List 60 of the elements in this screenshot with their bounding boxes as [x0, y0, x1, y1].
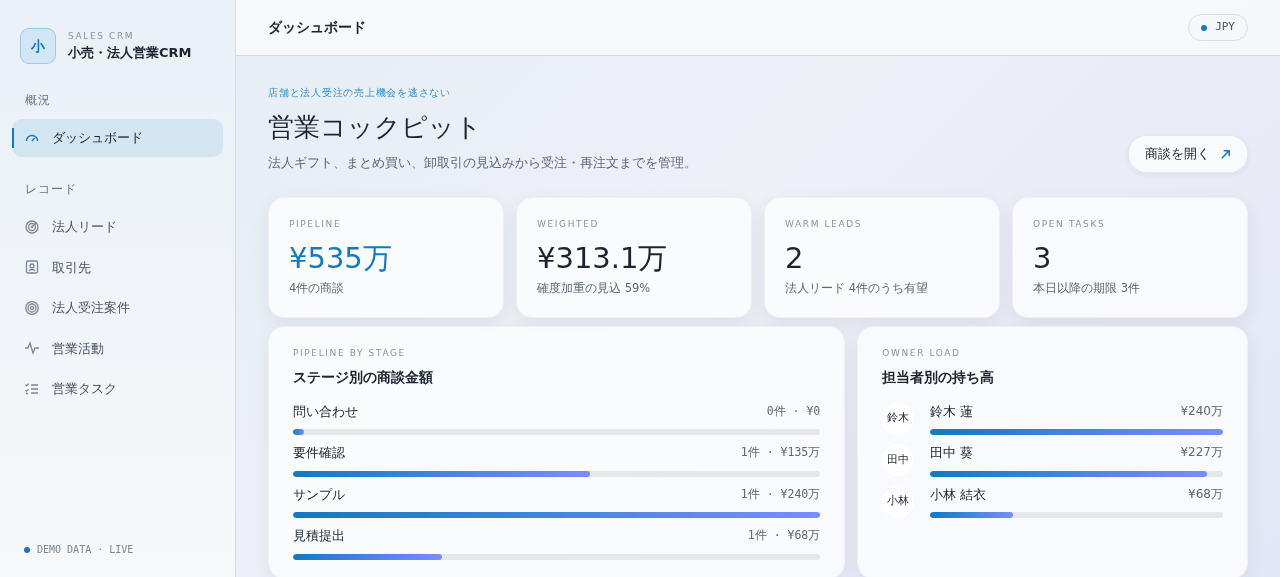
- stage-name: 要件確認: [293, 444, 345, 463]
- kpi-value: 3: [1033, 241, 1053, 277]
- nav-section-label: 概況: [24, 92, 53, 109]
- brand-name: 小売・法人営業CRM: [68, 44, 192, 62]
- kpi-note: 確度加重の見込 59%: [537, 280, 652, 298]
- nav-item[interactable]: 営業活動: [12, 329, 223, 367]
- nav-item[interactable]: 取引先: [12, 248, 223, 286]
- hero-kicker: 店舗と法人受注の売上機会を逃さない: [268, 86, 452, 100]
- open-deals-button[interactable]: 商談を開く: [1128, 135, 1248, 173]
- hero-title: 営業コックピット: [268, 111, 483, 145]
- nav-item[interactable]: 法人リード: [12, 208, 223, 246]
- logo-badge: 小: [20, 28, 56, 64]
- nav-section-label: レコード: [24, 180, 79, 198]
- owner-amount: ¥227万: [1180, 444, 1223, 462]
- kpi-label: WEIGHTED: [537, 217, 601, 231]
- currency-label: JPY: [1215, 19, 1235, 36]
- stage-name: サンプル: [293, 485, 345, 504]
- avatar-circle: 小林: [882, 485, 915, 518]
- currency-pill[interactable]: JPY: [1188, 14, 1248, 41]
- stage-reading: 1件 · ¥68万: [747, 527, 821, 545]
- stage-reading: 1件 · ¥135万: [740, 444, 821, 462]
- owner-name: 小林 結衣: [930, 485, 987, 504]
- kpi-label: WARM LEADS: [785, 217, 864, 231]
- kpi-note: 4件の商談: [289, 280, 346, 298]
- owner-amount: ¥68万: [1188, 485, 1223, 503]
- kpi-label: PIPELINE: [289, 217, 343, 231]
- currency-dot: [1201, 24, 1208, 31]
- brand-kicker: SALES CRM: [68, 29, 136, 43]
- target-icon: [24, 299, 40, 316]
- kpi-label: OPEN TASKS: [1033, 217, 1107, 231]
- kpi-value: 2: [785, 241, 805, 277]
- status-dot: [24, 546, 30, 553]
- owner-name: 田中 葵: [930, 444, 974, 463]
- stage-reading: 1件 · ¥240万: [740, 485, 821, 503]
- nav-item[interactable]: ダッシュボード: [12, 119, 223, 157]
- avatar-circle: 鈴木: [882, 402, 915, 435]
- nav-item[interactable]: 営業タスク: [12, 370, 223, 408]
- stage-name: 問い合わせ: [293, 402, 358, 421]
- stage-reading: 0件 · ¥0: [766, 402, 821, 420]
- kpi-note: 本日以降の期限 3件: [1033, 280, 1141, 298]
- avatar-circle: 田中: [882, 444, 915, 477]
- arrow-up-right-icon: [1220, 148, 1231, 160]
- panel-title: 担当者別の持ち高: [882, 367, 996, 387]
- owner-amount: ¥240万: [1180, 402, 1223, 420]
- radar-icon: [24, 218, 40, 235]
- kpi-note: 法人リード 4件のうち有望: [785, 280, 929, 298]
- contact-card-icon: [24, 259, 40, 276]
- kpi-value: ¥313.1万: [537, 241, 669, 277]
- page-title: ダッシュボード: [268, 19, 366, 36]
- pulse-icon: [24, 340, 40, 357]
- checklist-icon: [24, 380, 40, 397]
- panel-kicker: PIPELINE BY STAGE: [293, 347, 407, 361]
- owner-name: 鈴木 蓮: [930, 402, 974, 421]
- panel-title: ステージ別の商談金額: [293, 367, 434, 387]
- demo-status: DEMO DATA · LIVE: [37, 543, 134, 557]
- nav-item[interactable]: 法人受注案件: [12, 289, 223, 327]
- stage-name: 見積提出: [293, 527, 345, 546]
- panel-kicker: OWNER LOAD: [882, 347, 962, 361]
- hero-subtitle: 法人ギフト、まとめ買い、卸取引の見込みから受注・再注文までを管理。: [268, 154, 697, 173]
- kpi-value: ¥535万: [289, 241, 393, 277]
